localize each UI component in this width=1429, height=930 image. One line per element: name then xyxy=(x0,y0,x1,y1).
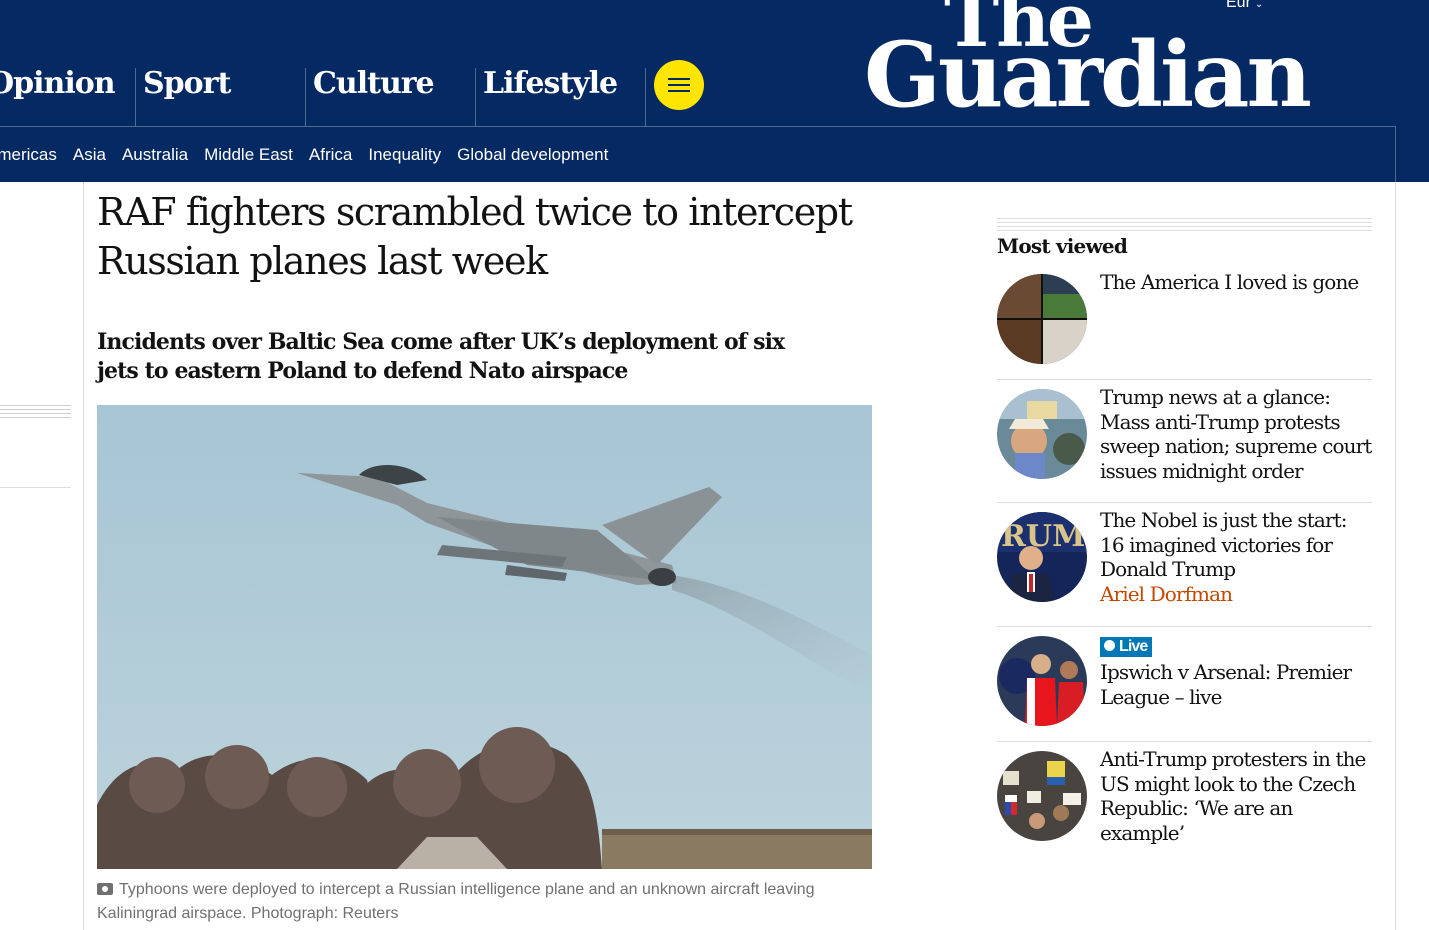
pillar-divider xyxy=(475,68,476,126)
most-viewed-divider xyxy=(997,502,1372,503)
most-viewed-headline: Ipswich v Arsenal: Premier League – live xyxy=(1100,660,1352,709)
camera-icon xyxy=(97,883,113,895)
hamburger-icon-bar xyxy=(668,84,690,86)
article-headline: RAF fighters scrambled twice to intercep… xyxy=(97,190,853,283)
image-caption: Typhoons were deployed to intercept a Ru… xyxy=(97,878,857,926)
pillar-lifestyle-label: Lifestyle xyxy=(483,66,618,101)
column-divider xyxy=(1395,182,1396,930)
most-viewed-headline: Anti-Trump protesters in the US might lo… xyxy=(1100,747,1366,845)
svg-text:RUM: RUM xyxy=(1001,519,1085,554)
pillar-divider xyxy=(135,68,136,126)
pillar-divider xyxy=(645,68,646,126)
subnav-divider xyxy=(0,126,1396,127)
pillar-divider xyxy=(305,68,306,126)
subnav: Americas Asia Australia Middle East Afri… xyxy=(0,145,608,169)
most-viewed-thumbnail xyxy=(997,274,1087,364)
menu-button[interactable] xyxy=(654,60,704,110)
most-viewed-headline: The America I loved is gone xyxy=(1100,270,1359,294)
subnav-divider-vertical xyxy=(1395,126,1396,182)
most-viewed-divider xyxy=(997,741,1372,742)
most-viewed-divider xyxy=(997,626,1372,627)
most-viewed-thumbnail xyxy=(997,751,1087,841)
pillar-sport[interactable]: Sport xyxy=(143,66,303,126)
logo-line-2: Guardian xyxy=(864,22,1312,128)
live-label: Live xyxy=(1119,638,1148,655)
subnav-item-americas[interactable]: Americas xyxy=(0,145,57,169)
left-column-rules xyxy=(0,405,71,421)
pillar-opinion-label: Opinion xyxy=(0,66,116,101)
hamburger-icon xyxy=(668,78,690,80)
most-viewed-thumbnail xyxy=(997,636,1087,726)
most-viewed-headline-wrap: Live Ipswich v Arsenal: Premier League –… xyxy=(1100,632,1372,709)
masthead: Eur ⌄ The Guardian Opinion Sport Culture … xyxy=(0,0,1429,182)
subnav-item-inequality[interactable]: Inequality xyxy=(368,145,441,169)
column-divider xyxy=(83,182,84,930)
left-column-divider xyxy=(0,487,71,488)
article-standfirst: Incidents over Baltic Sea come after UK’… xyxy=(97,329,785,384)
most-viewed-headline-wrap: The Nobel is just the start: 16 imagined… xyxy=(1100,508,1372,606)
typhoon-jet-photo xyxy=(97,405,872,869)
most-viewed-heading: Most viewed xyxy=(997,234,1128,258)
pillar-culture[interactable]: Culture xyxy=(313,66,473,126)
most-viewed-thumbnail: RUM xyxy=(997,512,1087,602)
pillar-sport-label: Sport xyxy=(143,66,231,101)
pillar-lifestyle[interactable]: Lifestyle xyxy=(483,66,643,126)
subnav-item-africa[interactable]: Africa xyxy=(309,145,352,169)
edition-selector[interactable]: Eur ⌄ xyxy=(1226,0,1263,12)
edition-label: Eur xyxy=(1226,0,1251,11)
most-viewed-headline: The Nobel is just the start: 16 imagined… xyxy=(1100,508,1347,581)
subnav-item-middle-east[interactable]: Middle East xyxy=(204,145,293,169)
pillar-culture-label: Culture xyxy=(313,66,435,101)
live-badge: Live xyxy=(1100,637,1153,657)
article-main-image[interactable] xyxy=(97,405,872,869)
subnav-item-australia[interactable]: Australia xyxy=(122,145,188,169)
most-viewed-byline: Ariel Dorfman xyxy=(1100,581,1233,606)
most-viewed-divider xyxy=(997,379,1372,380)
most-viewed-headline: Trump news at a glance: Mass anti-Trump … xyxy=(1100,385,1372,483)
subnav-item-asia[interactable]: Asia xyxy=(73,145,106,169)
chevron-down-icon: ⌄ xyxy=(1254,0,1264,10)
most-viewed-rules xyxy=(997,218,1372,234)
subnav-item-global-development[interactable]: Global development xyxy=(457,145,608,169)
most-viewed-thumbnail xyxy=(997,389,1087,479)
live-dot-icon xyxy=(1104,640,1115,651)
hamburger-icon-bar xyxy=(668,90,690,92)
pillar-opinion[interactable]: Opinion xyxy=(0,66,130,126)
caption-text: Typhoons were deployed to intercept a Ru… xyxy=(97,881,815,922)
